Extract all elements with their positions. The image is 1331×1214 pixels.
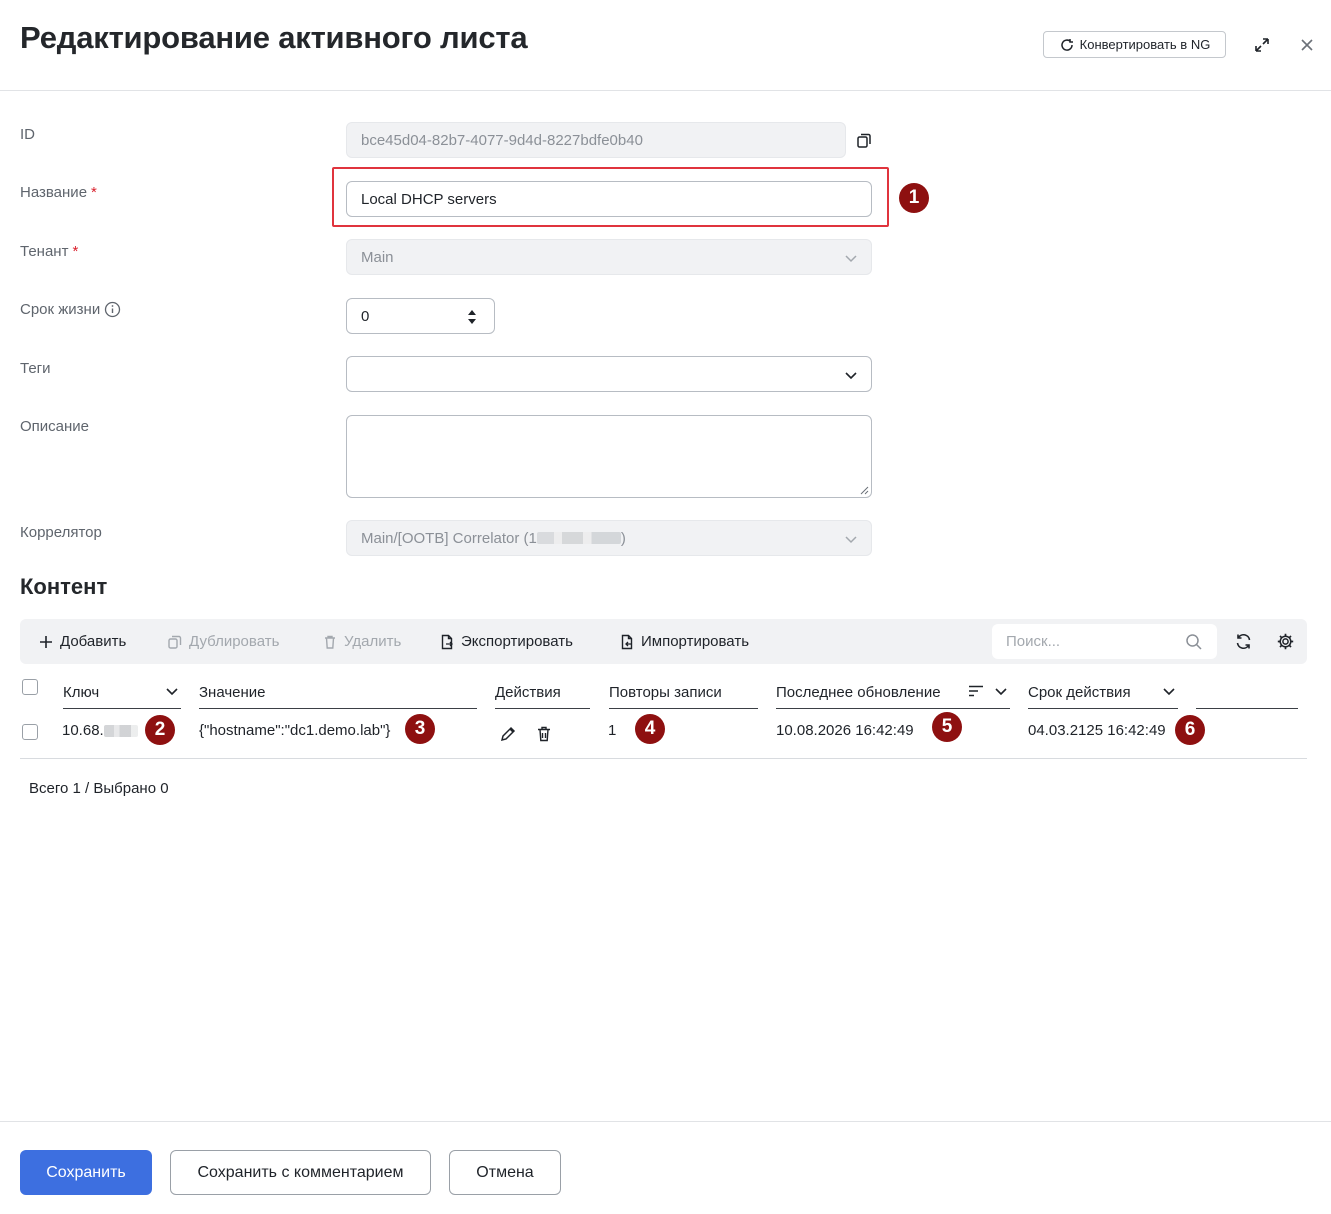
column-header-actions: Действия — [495, 676, 590, 709]
expand-icon[interactable] — [1252, 35, 1272, 55]
import-button[interactable]: Импортировать — [619, 619, 749, 664]
callout-badge-4: 4 — [635, 714, 665, 744]
search-icon — [1186, 634, 1202, 650]
table-cell-expires: 04.03.2125 16:42:49 — [1028, 722, 1166, 739]
callout-badge-6: 6 — [1175, 715, 1205, 745]
tenant-select: Main — [346, 239, 872, 275]
redacted-address — [536, 532, 621, 544]
correlator-select: Main/[OOTB] Correlator (1) — [346, 520, 872, 556]
name-label: Название * — [20, 184, 97, 201]
select-all-checkbox[interactable] — [22, 679, 38, 695]
column-header-value[interactable]: Значение — [199, 676, 477, 709]
ttl-stepper[interactable]: 0 — [346, 298, 495, 334]
description-label: Описание — [20, 418, 90, 435]
gear-icon[interactable] — [1276, 632, 1295, 651]
tenant-label: Тенант * — [20, 243, 79, 260]
export-button[interactable]: Экспортировать — [439, 619, 573, 664]
trash-icon[interactable] — [535, 725, 553, 743]
content-section-title: Контент — [20, 574, 108, 599]
cancel-button[interactable]: Отмена — [449, 1150, 561, 1195]
name-input[interactable]: Local DHCP servers — [346, 181, 872, 217]
edit-icon[interactable] — [499, 725, 517, 743]
tags-select[interactable] — [346, 356, 872, 392]
chevron-down-icon — [845, 255, 857, 263]
column-header-last-update[interactable]: Последнее обновление — [776, 676, 1010, 709]
save-button[interactable]: Сохранить — [20, 1150, 152, 1195]
column-header-repeats[interactable]: Повторы записи — [609, 676, 758, 709]
close-icon[interactable] — [1298, 36, 1316, 54]
id-field: bce45d04-82b7-4077-9d4d-8227bdfe0b40 — [346, 122, 846, 158]
convert-label: Конвертировать в NG — [1079, 37, 1211, 52]
chevron-down-icon[interactable] — [1162, 684, 1176, 698]
chevron-down-icon — [845, 372, 857, 380]
table-summary: Всего 1 / Выбрано 0 — [29, 780, 169, 797]
correlator-label: Коррелятор — [20, 524, 102, 541]
tags-label: Теги — [20, 360, 51, 377]
stepper-arrows-icon[interactable] — [466, 308, 478, 326]
ttl-label: Срок жизни — [20, 301, 121, 318]
footer-divider — [0, 1121, 1331, 1122]
callout-badge-1: 1 — [899, 183, 929, 213]
search-input[interactable]: Поиск... — [992, 624, 1217, 659]
table-cell-value: {"hostname":"dc1.demo.lab"} — [199, 722, 391, 739]
dialog-header: Редактирование активного листа Конвертир… — [0, 0, 1331, 91]
refresh-icon[interactable] — [1234, 632, 1253, 651]
add-button[interactable]: Добавить — [38, 619, 126, 664]
chevron-down-icon — [845, 536, 857, 544]
import-file-icon — [621, 634, 633, 649]
resize-grip-icon[interactable] — [859, 485, 869, 495]
row-divider — [20, 758, 1307, 759]
id-label: ID — [20, 126, 35, 143]
info-icon[interactable] — [104, 301, 121, 318]
export-file-icon — [441, 634, 453, 649]
chevron-down-icon[interactable] — [165, 684, 179, 698]
callout-badge-5: 5 — [932, 712, 962, 742]
save-with-comment-button[interactable]: Сохранить с комментарием — [170, 1150, 431, 1195]
table-cell-repeats: 1 — [608, 722, 617, 739]
trash-icon — [325, 635, 335, 649]
row-checkbox[interactable] — [22, 724, 38, 740]
table-cell-key: 10.68. — [62, 722, 138, 739]
description-textarea[interactable] — [346, 415, 872, 498]
duplicate-icon — [168, 635, 182, 649]
redacted-key — [103, 725, 138, 738]
copy-icon[interactable] — [855, 131, 873, 149]
table-cell-last-update: 10.08.2026 16:42:49 — [776, 722, 914, 739]
plus-icon — [40, 635, 52, 648]
column-header-extra — [1196, 676, 1298, 709]
duplicate-button[interactable]: Дублировать — [167, 619, 279, 664]
sort-icon[interactable] — [968, 684, 984, 698]
delete-button[interactable]: Удалить — [322, 619, 401, 664]
chevron-down-icon[interactable] — [994, 684, 1008, 698]
content-toolbar: Добавить Дублировать Удалить Экспортиров… — [20, 619, 1307, 664]
column-header-expires[interactable]: Срок действия — [1028, 676, 1178, 709]
refresh-icon — [1060, 38, 1073, 51]
dialog-title: Редактирование активного листа — [20, 20, 528, 55]
callout-badge-2: 2 — [145, 715, 175, 745]
column-header-key[interactable]: Ключ — [63, 676, 181, 709]
callout-badge-3: 3 — [405, 714, 435, 744]
convert-to-ng-button[interactable]: Конвертировать в NG — [1043, 31, 1226, 58]
